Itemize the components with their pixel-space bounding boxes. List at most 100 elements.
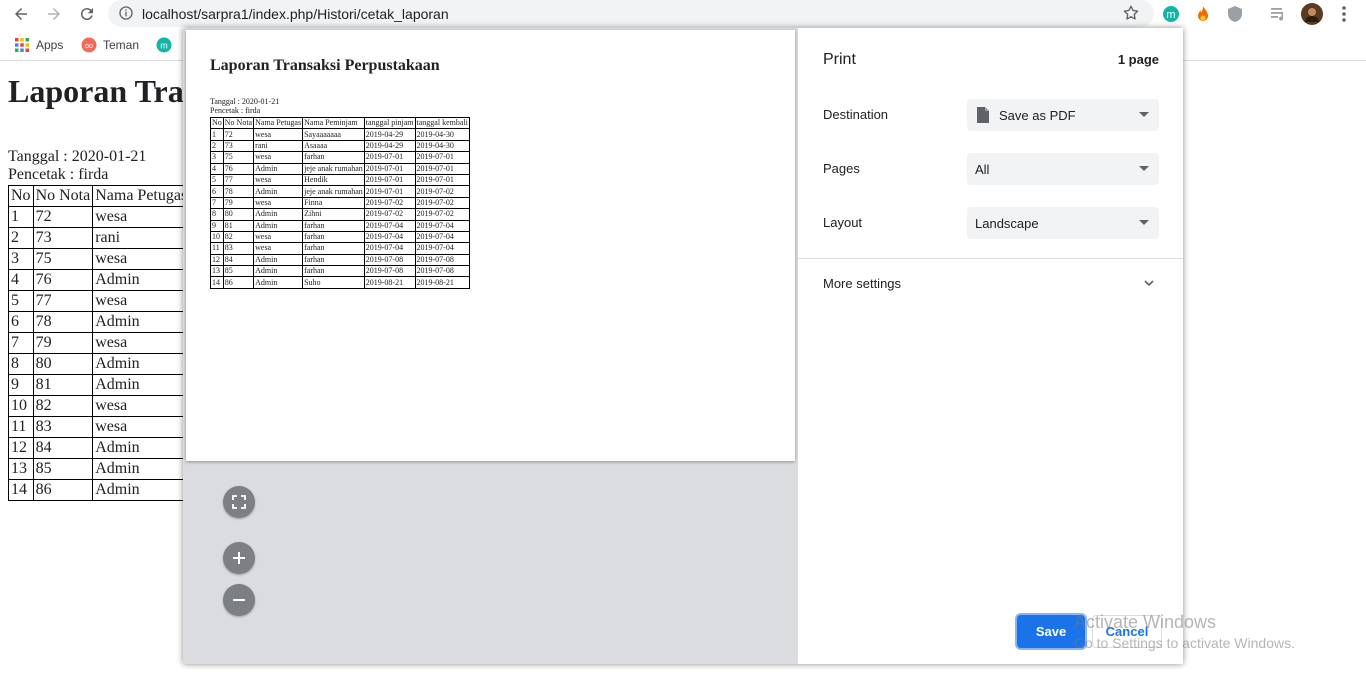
table-cell: farhan (302, 230, 365, 244)
table-cell: 8 (8, 353, 34, 375)
table-cell: Asaaaa (302, 139, 365, 153)
table-cell: 12 (210, 253, 224, 267)
table-cell: wesa (253, 230, 304, 244)
table-cell: 2019-07-01 (414, 173, 470, 187)
table-cell: 6 (210, 185, 224, 198)
table-cell: 78 (222, 185, 255, 198)
bookmark-teman[interactable]: oo Teman (81, 37, 139, 53)
table-cell: 2019-08-21 (363, 276, 416, 289)
column-header: No (8, 185, 34, 207)
table-cell: 85 (222, 265, 255, 278)
info-icon[interactable] (118, 5, 134, 21)
table-cell: wesa (92, 416, 191, 438)
bookmark-m[interactable]: m (156, 37, 178, 53)
layout-select[interactable]: Landscape (967, 207, 1159, 239)
table-cell: 85 (32, 458, 94, 480)
shield-extension-icon[interactable] (1225, 4, 1245, 24)
table-row: 375wesafarhan2019-07-012019-07-01 (210, 151, 470, 164)
reload-icon (80, 8, 93, 21)
m-extension-icon[interactable]: m (1161, 4, 1181, 24)
table-cell: 1 (8, 206, 34, 228)
table-cell: 2019-07-04 (414, 242, 470, 255)
table-cell: Admin (92, 479, 191, 501)
table-row: 577wesaHendik2019-07-012019-07-01 (210, 173, 470, 187)
table-cell: Admin (253, 265, 304, 278)
preview-title: Laporan Transaksi Perpustakaan (210, 57, 440, 74)
table-row: 1486AdminSuho2019-08-212019-08-21 (210, 276, 470, 289)
table-cell: 6 (8, 311, 34, 333)
table-cell: 73 (222, 139, 255, 153)
reload-button[interactable] (76, 3, 98, 25)
table-row: 880AdminZihni2019-07-022019-07-02 (210, 208, 470, 221)
table-cell: 81 (222, 219, 255, 232)
table-cell: Admin (92, 311, 191, 333)
table-cell: 72 (32, 206, 94, 228)
table-cell: Admin (253, 185, 304, 198)
table-cell: 77 (32, 290, 94, 312)
table-cell: 3 (8, 248, 34, 270)
table-cell: rani (92, 227, 191, 249)
bookmark-star-icon[interactable] (1122, 4, 1140, 22)
profile-avatar[interactable] (1301, 3, 1323, 25)
table-cell: 2019-07-01 (363, 185, 416, 198)
table-cell: Admin (92, 353, 191, 375)
url-text[interactable]: localhost/sarpra1/index.php/Histori/ceta… (142, 6, 449, 22)
fit-to-page-button[interactable] (223, 486, 255, 518)
page-count: 1 page (1117, 52, 1159, 67)
zoom-in-button[interactable] (223, 542, 255, 574)
table-cell: 7 (8, 332, 34, 354)
table-cell: Admin (253, 253, 304, 267)
table-cell: wesa (92, 248, 191, 270)
table-row: 1082wesafarhan2019-07-042019-07-04 (210, 230, 470, 244)
apps-grid-icon (15, 38, 29, 52)
table-cell: 12 (8, 437, 34, 459)
table-row: 678Adminjeje anak rumahan2019-07-012019-… (210, 185, 470, 198)
table-cell: wesa (253, 128, 304, 141)
table-cell: 76 (32, 269, 94, 291)
table-cell: wesa (92, 290, 191, 312)
table-cell: 2019-07-01 (414, 162, 470, 175)
table-row: 172wesaSayaaaaaaa2019-04-292019-04-30 (210, 128, 470, 141)
forward-button[interactable] (43, 3, 65, 25)
bookmark-apps[interactable]: Apps (14, 37, 63, 53)
preview-meta: Tanggal : 2020-01-21 Pencetak : firda (210, 97, 279, 115)
table-cell: 3 (210, 151, 224, 164)
table-cell: 78 (32, 311, 94, 333)
destination-select[interactable]: Save as PDF (967, 99, 1159, 131)
report-printer: Pencetak : firda (8, 166, 109, 183)
destination-label: Destination (823, 107, 889, 122)
table-cell: 2019-07-04 (414, 219, 470, 232)
table-cell: 10 (210, 230, 224, 244)
fire-extension-icon[interactable] (1193, 4, 1213, 24)
more-settings-toggle[interactable]: More settings (823, 276, 901, 291)
table-cell: wesa (253, 151, 304, 164)
watermark-line-2: Go to Settings to activate Windows. (1074, 635, 1295, 651)
svg-text:m: m (160, 41, 168, 51)
table-cell: Finna (302, 196, 365, 210)
table-cell: 2 (210, 139, 224, 153)
arrow-right-icon (48, 8, 60, 20)
table-cell: 80 (222, 208, 255, 221)
teman-icon: oo (81, 37, 97, 53)
dropdown-caret-icon (1139, 112, 1149, 117)
preview-printer: Pencetak : firda (210, 106, 261, 115)
table-cell: 83 (32, 416, 94, 438)
back-button[interactable] (10, 3, 32, 25)
zoom-out-button[interactable] (223, 584, 255, 616)
address-bar[interactable]: localhost/sarpra1/index.php/Histori/ceta… (108, 0, 1154, 27)
table-cell: Suho (302, 276, 365, 289)
table-cell: 2019-04-30 (414, 128, 470, 141)
table-row: 476Adminjeje anak rumahan2019-07-012019-… (210, 162, 470, 175)
column-header: Nama Petugas (253, 116, 304, 130)
table-cell: 5 (8, 290, 34, 312)
table-cell: wesa (253, 242, 304, 255)
table-cell: 73 (32, 227, 94, 249)
pages-value: All (975, 161, 990, 177)
dropdown-caret-icon (1139, 166, 1149, 171)
playlist-icon[interactable] (1269, 4, 1289, 24)
settings-divider (798, 258, 1183, 259)
pages-select[interactable]: All (967, 153, 1159, 185)
kebab-menu-icon[interactable] (1334, 4, 1354, 24)
chevron-down-icon[interactable] (1143, 277, 1155, 289)
table-cell: 9 (210, 219, 224, 232)
